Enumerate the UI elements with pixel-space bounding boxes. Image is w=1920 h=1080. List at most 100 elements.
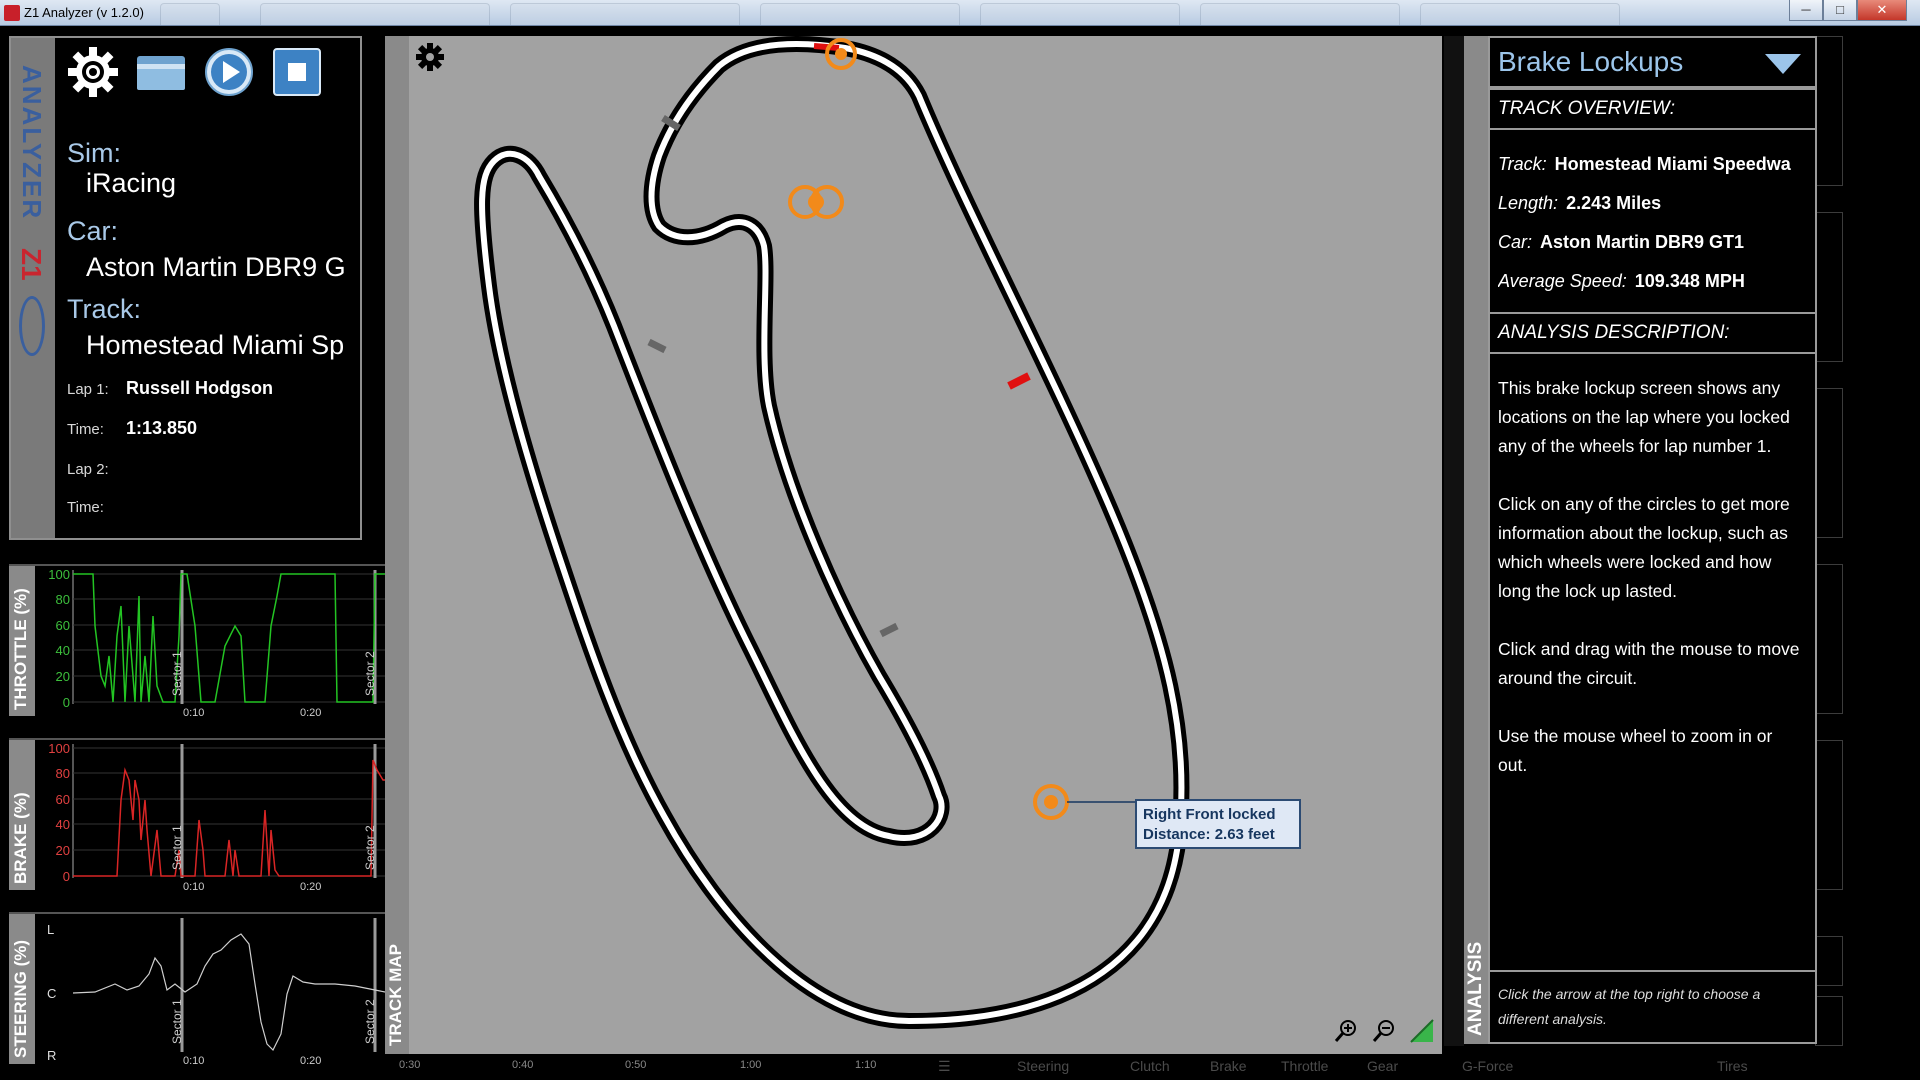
background-chart (1815, 212, 1843, 362)
gear-icon[interactable] (415, 42, 445, 72)
analysis-side: ANALYSIS (1464, 36, 1488, 1044)
analysis-dropdown-icon[interactable] (1765, 54, 1801, 74)
brake-chart[interactable]: BRAKE (%) 100 80 60 40 20 0 Sector 1 Sec… (9, 738, 385, 892)
brake-label: BRAKE (%) (11, 792, 30, 884)
overview-length-value: 2.243 Miles (1566, 193, 1662, 213)
brake-ytick: 20 (56, 843, 70, 858)
steering-ytick: R (47, 1048, 56, 1063)
tab-throttle[interactable]: Throttle (1281, 1058, 1328, 1074)
lap1-label: Lap 1: (67, 381, 109, 398)
brake-ytick: 80 (56, 766, 70, 781)
overview-car-value: Aston Martin DBR9 GT1 (1540, 232, 1745, 252)
sim-label: Sim: (67, 138, 121, 168)
throttle-label: THROTTLE (%) (11, 588, 30, 710)
lockup-tooltip: Right Front locked Distance: 2.63 feet (1135, 799, 1301, 849)
time1-value: 1:13.850 (126, 418, 198, 438)
menu-icon[interactable]: ☰ (938, 1058, 951, 1075)
background-tabs (160, 3, 1760, 25)
background-tab (260, 3, 490, 25)
throttle-chart[interactable]: THROTTLE (%) 100 80 60 40 20 0 Sector 1 … (9, 564, 385, 718)
lockup-marker[interactable] (1033, 784, 1069, 820)
steering-plot[interactable]: L C R Sector 1 Sector 2 0:10 0:20 (35, 914, 385, 1066)
lap1-driver: Russell Hodgson (126, 378, 274, 398)
overview-track-key: Track: (1498, 154, 1547, 174)
time2-label: Time: (67, 499, 104, 516)
play-icon[interactable] (203, 46, 255, 98)
steering-side: STEERING (%) (9, 914, 35, 1064)
tab-brake[interactable]: Brake (1210, 1058, 1247, 1074)
sim-value: iRacing (86, 168, 177, 198)
sector-marker (879, 622, 899, 638)
background-tab (1200, 3, 1400, 25)
time-tick: 1:10 (855, 1059, 877, 1071)
track-value: Homestead Miami Sp (86, 330, 345, 360)
tab-gear[interactable]: Gear (1367, 1058, 1398, 1074)
track-map[interactable] (409, 36, 1442, 1054)
tab-tires[interactable]: Tires (1717, 1058, 1748, 1074)
analysis-description: This brake lockup screen shows any locat… (1498, 378, 1800, 775)
lap2-label: Lap 2: (67, 461, 109, 478)
xtick: 0:20 (300, 1055, 321, 1066)
overview-speed-key: Average Speed: (1498, 271, 1627, 291)
background-tab (760, 3, 960, 25)
brake-side: BRAKE (%) (9, 740, 35, 890)
background-chart (1815, 740, 1843, 890)
sector2-label: Sector 2 (363, 999, 377, 1044)
brake-ytick: 0 (63, 869, 70, 884)
brand-strip: ANALYZER Z1 (11, 38, 55, 538)
stop-icon[interactable] (271, 46, 323, 98)
gear-icon[interactable] (67, 46, 119, 98)
overview-length-row: Length: 2.243 Miles (1498, 193, 1810, 214)
time-tick: 0:30 (399, 1059, 421, 1071)
throttle-ytick: 60 (56, 618, 70, 633)
track-overview-section: TRACK OVERVIEW: (1490, 88, 1815, 130)
sector2-label: Sector 2 (363, 651, 377, 696)
overview-car-key: Car: (1498, 232, 1533, 252)
maximize-button[interactable]: □ (1823, 0, 1857, 21)
steering-label: STEERING (%) (11, 939, 30, 1058)
sector-marker (647, 338, 667, 354)
close-button[interactable]: ✕ (1857, 0, 1907, 21)
time-tick: 0:40 (512, 1059, 534, 1071)
analysis-description-header: ANALYSIS DESCRIPTION: (1498, 322, 1730, 343)
analysis-description-section: ANALYSIS DESCRIPTION: (1490, 312, 1815, 354)
time-tick: 1:00 (740, 1059, 762, 1071)
background-chart-column (1444, 36, 1464, 1046)
time-tick: 0:50 (625, 1059, 647, 1071)
track-map-canvas[interactable] (409, 36, 1442, 1054)
analysis-header: Brake Lockups (1490, 38, 1815, 88)
throttle-plot[interactable]: 100 80 60 40 20 0 Sector 1 Sector 2 0:10… (35, 566, 385, 718)
tab-clutch[interactable]: Clutch (1130, 1058, 1170, 1074)
steering-chart[interactable]: STEERING (%) L C R Sector 1 Sector 2 0:1… (9, 912, 385, 1066)
throttle-ytick: 20 (56, 669, 70, 684)
analysis-footer: Click the arrow at the top right to choo… (1490, 970, 1815, 1042)
brand-text: ANALYZER (17, 65, 47, 221)
zoom-out-icon[interactable] (1371, 1018, 1397, 1044)
background-chart (1815, 36, 1843, 186)
background-tab (980, 3, 1180, 25)
zoom-in-icon[interactable] (1333, 1018, 1359, 1044)
sector1-label: Sector 1 (170, 999, 184, 1044)
sector1-label: Sector 1 (170, 825, 184, 870)
background-tab (510, 3, 740, 25)
tab-steering[interactable]: Steering (1017, 1058, 1069, 1074)
analysis-side-label: ANALYSIS (1465, 941, 1486, 1036)
brake-plot[interactable]: 100 80 60 40 20 0 Sector 1 Sector 2 0:10… (35, 740, 385, 892)
start-finish-marker (1007, 372, 1031, 390)
flag-icon[interactable] (1409, 1018, 1435, 1044)
tooltip-line1: Right Front locked (1143, 806, 1276, 823)
minimize-button[interactable]: ─ (1789, 0, 1823, 21)
car-label: Car: (67, 216, 119, 246)
tab-gforce[interactable]: G-Force (1462, 1058, 1513, 1074)
tooltip-line2: Distance: 2.63 feet (1143, 826, 1275, 843)
background-tab (160, 3, 220, 25)
background-chart (1815, 564, 1843, 714)
xtick: 0:10 (183, 1055, 204, 1066)
throttle-ytick: 0 (63, 695, 70, 710)
throttle-ytick: 40 (56, 643, 70, 658)
track-label: Track: (67, 294, 141, 324)
time1-label: Time: (67, 421, 104, 438)
analysis-footer-text: Click the arrow at the top right to choo… (1498, 986, 1761, 1027)
lockup-marker[interactable] (788, 185, 844, 219)
folder-icon[interactable] (135, 46, 187, 98)
